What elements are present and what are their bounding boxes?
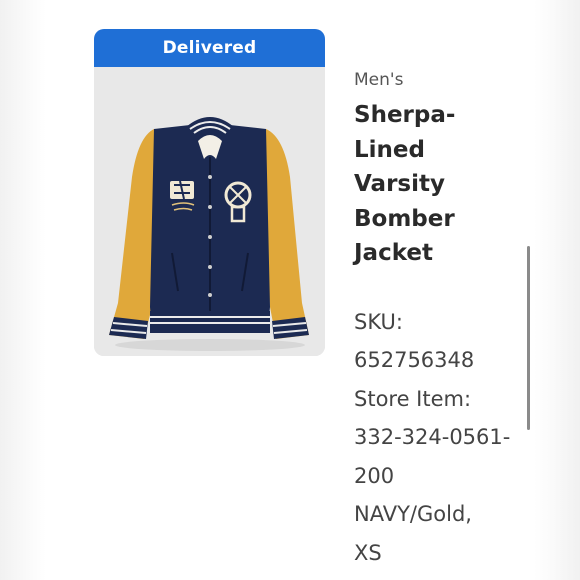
store-item-value-cont: 200 <box>354 463 395 488</box>
title-line: Lined <box>354 136 425 163</box>
status-badge: Delivered <box>94 29 325 67</box>
left-edge-shade <box>0 0 46 580</box>
store-item-value: 332-324-0561- <box>354 425 511 449</box>
product-photo[interactable] <box>94 67 325 356</box>
sku-label: SKU: <box>354 309 403 334</box>
right-edge-shade <box>534 0 580 580</box>
jacket-image <box>94 67 325 356</box>
product-card[interactable]: Delivered <box>94 29 325 356</box>
store-item-label: Store Item: <box>354 386 472 411</box>
product-info: Men's Sherpa- Lined Varsity Bomber Jacke… <box>354 68 524 572</box>
product-category: Men's <box>354 70 404 90</box>
color-size: NAVY/Gold, <box>354 502 472 526</box>
product-details: SKU: 652756348 Store Item: 332-324-0561-… <box>354 303 524 573</box>
product-title[interactable]: Sherpa- Lined Varsity Bomber Jacket <box>354 98 474 271</box>
sku-value: 652756348 <box>354 348 475 372</box>
size-value: XS <box>354 540 382 565</box>
title-line: Jacket <box>354 240 433 266</box>
title-line: Bomber <box>354 205 455 232</box>
title-line: Varsity <box>354 171 445 197</box>
title-line: Sherpa- <box>354 102 456 128</box>
scrollbar[interactable] <box>527 246 530 430</box>
